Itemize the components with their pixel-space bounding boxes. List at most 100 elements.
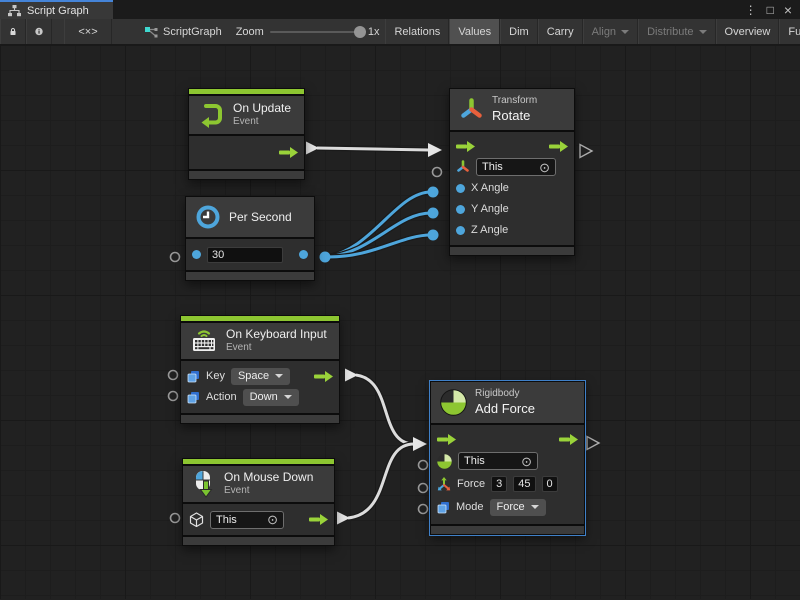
port-mouse-this-unconnected[interactable]: [171, 514, 180, 523]
overview-button[interactable]: Overview: [716, 19, 780, 44]
port-add-force-mode-unconnected[interactable]: [419, 505, 428, 514]
port-x-angle-endpoint[interactable]: [428, 187, 439, 198]
port-per-second-input-unconnected[interactable]: [171, 253, 180, 262]
node-footer: [181, 415, 339, 423]
node-on-update[interactable]: On Update Event: [188, 88, 305, 180]
node-add-force[interactable]: Rigidbody Add Force: [430, 381, 585, 535]
action-label: Action: [206, 391, 237, 403]
control-output-port[interactable]: [309, 514, 328, 525]
edit-code-button[interactable]: <×>: [64, 19, 112, 44]
caret-down-icon: [699, 30, 707, 34]
event-bar: [189, 89, 304, 94]
force-x-field[interactable]: 3: [491, 476, 507, 492]
maximize-icon[interactable]: □: [767, 4, 774, 16]
port-row-x-angle[interactable]: X Angle: [456, 178, 568, 199]
info-button[interactable]: [26, 19, 52, 44]
full-screen-button[interactable]: Full Screen: [779, 19, 800, 44]
target-picker-icon[interactable]: ⊙: [267, 513, 278, 526]
relations-toggle[interactable]: Relations: [385, 19, 449, 44]
port-z-angle-endpoint[interactable]: [428, 230, 439, 241]
close-icon[interactable]: ×: [784, 3, 792, 17]
target-picker-icon[interactable]: ⊙: [521, 455, 532, 468]
node-rotate[interactable]: Transform Rotate: [449, 88, 575, 256]
values-toggle[interactable]: Values: [449, 19, 500, 44]
script-graph-icon: [144, 26, 158, 38]
zoom-label: Zoom: [236, 26, 264, 38]
target-picker-icon[interactable]: ⊙: [539, 161, 550, 174]
this-field[interactable]: This ⊙: [458, 452, 538, 470]
distribute-dropdown[interactable]: Distribute: [638, 19, 715, 44]
control-output-port[interactable]: [549, 141, 568, 152]
zoom-slider[interactable]: [270, 31, 362, 33]
force-label: Force: [457, 478, 485, 490]
enum-icon: [187, 370, 200, 383]
wire-on-update-to-rotate[interactable]: [306, 142, 442, 158]
control-input-port[interactable]: [437, 434, 456, 445]
node-on-mouse-down[interactable]: On Mouse Down Event This ⊙: [182, 458, 335, 546]
control-output-port[interactable]: [279, 147, 298, 158]
lock-button[interactable]: [0, 19, 26, 44]
this-field[interactable]: This ⊙: [210, 511, 284, 529]
node-per-second[interactable]: Per Second 30: [185, 196, 315, 281]
tab-script-graph[interactable]: Script Graph: [0, 0, 113, 19]
action-dropdown[interactable]: Down: [243, 389, 299, 406]
node-footer: [431, 526, 584, 534]
port-add-force-exit-unconnected[interactable]: [587, 437, 599, 450]
zoom-value: 1x: [368, 26, 380, 38]
value-port-dot[interactable]: [456, 184, 465, 193]
port-rotate-this-unconnected[interactable]: [433, 168, 442, 177]
force-z-field[interactable]: 0: [542, 476, 558, 492]
node-title: On Keyboard Input: [226, 327, 327, 342]
value-port-dot[interactable]: [456, 205, 465, 214]
dim-toggle[interactable]: Dim: [500, 19, 538, 44]
zoom-slider-handle[interactable]: [354, 26, 366, 38]
control-input-port[interactable]: [456, 141, 475, 152]
zoom-control: Zoom 1x: [230, 19, 386, 44]
port-row-z-angle[interactable]: Z Angle: [456, 220, 568, 241]
wire-per-second-to-z-angle[interactable]: [325, 235, 431, 257]
clock-icon: [195, 204, 221, 230]
lock-icon: [9, 25, 17, 38]
per-second-value-field[interactable]: 30: [207, 247, 283, 263]
force-y-field[interactable]: 45: [513, 476, 535, 492]
caret-down-icon: [284, 395, 292, 399]
port-per-second-output[interactable]: [320, 252, 331, 263]
graph-canvas[interactable]: On Update Event: [0, 45, 800, 599]
event-bar: [183, 459, 334, 464]
node-type: Transform: [492, 95, 537, 108]
control-output-port[interactable]: [559, 434, 578, 445]
carry-toggle[interactable]: Carry: [538, 19, 583, 44]
align-dropdown[interactable]: Align: [583, 19, 638, 44]
graph-name-label: ScriptGraph: [136, 19, 230, 44]
node-on-keyboard-input[interactable]: On Keyboard Input Event Key Space: [180, 315, 340, 424]
transform-mini-icon: [456, 160, 470, 174]
on-update-icon: [198, 101, 225, 128]
port-keyboard-action-unconnected[interactable]: [169, 392, 178, 401]
keyboard-icon: [190, 328, 218, 353]
value-input-port[interactable]: [192, 250, 201, 259]
window-menu-icon[interactable]: ⋮: [745, 4, 757, 16]
info-icon: [35, 25, 43, 38]
port-y-angle-endpoint[interactable]: [428, 208, 439, 219]
node-subtitle: Event: [226, 342, 327, 355]
wire-mouse-to-add-force[interactable]: [337, 437, 427, 525]
port-add-force-force-unconnected[interactable]: [419, 484, 428, 493]
control-output-port[interactable]: [314, 371, 333, 382]
port-row-y-angle[interactable]: Y Angle: [456, 199, 568, 220]
wire-per-second-to-y-angle[interactable]: [325, 213, 431, 257]
port-keyboard-key-unconnected[interactable]: [169, 371, 178, 380]
wire-per-second-to-x-angle[interactable]: [325, 192, 431, 257]
titlebar-spacer: [113, 0, 745, 19]
event-bar: [181, 316, 339, 321]
node-title: On Update: [233, 101, 291, 116]
port-add-force-this-unconnected[interactable]: [419, 461, 428, 470]
enum-icon: [187, 391, 200, 404]
value-output-port[interactable]: [299, 250, 308, 259]
wire-keyboard-to-add-force[interactable]: [345, 369, 414, 445]
key-label: Key: [206, 370, 225, 382]
key-dropdown[interactable]: Space: [231, 368, 290, 385]
this-field[interactable]: This ⊙: [476, 158, 556, 176]
port-rotate-exit-unconnected[interactable]: [580, 145, 592, 158]
value-port-dot[interactable]: [456, 226, 465, 235]
mode-dropdown[interactable]: Force: [490, 499, 546, 516]
